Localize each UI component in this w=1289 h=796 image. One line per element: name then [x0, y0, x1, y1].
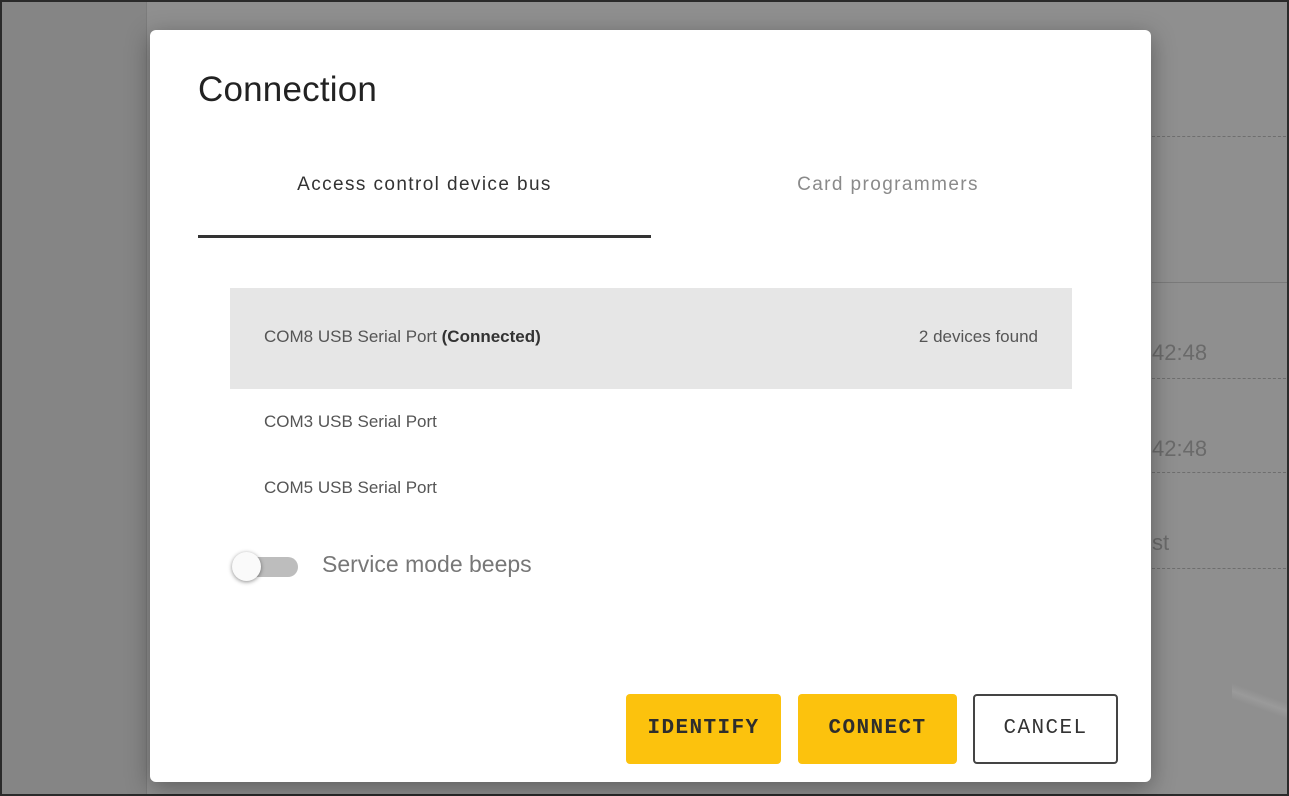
port-name: COM8 USB Serial Port [264, 327, 437, 346]
port-name: COM5 USB Serial Port [264, 478, 437, 497]
dialog-title: Connection [198, 70, 378, 109]
cancel-button[interactable]: CANCEL [973, 694, 1118, 764]
port-row-com5[interactable]: COM5 USB Serial Port [230, 455, 1072, 521]
port-row-com8[interactable]: COM8 USB Serial Port (Connected) 2 devic… [230, 288, 1072, 389]
tab-access-control-device-bus[interactable]: Access control device bus [198, 164, 651, 238]
background-time-text: 42:48 [1152, 340, 1208, 365]
connect-button[interactable]: CONNECT [798, 694, 957, 764]
port-list: COM8 USB Serial Port (Connected) 2 devic… [230, 288, 1072, 521]
background-sidebar [2, 2, 147, 794]
service-mode-toggle-row: Service mode beeps [230, 544, 630, 584]
port-status: (Connected) [441, 327, 541, 346]
background-divider [1152, 136, 1287, 137]
toggle-thumb[interactable] [232, 552, 261, 581]
background-decoration [1232, 672, 1287, 732]
identify-button[interactable]: IDENTIFY [626, 694, 781, 764]
devices-found-count: 2 devices found [918, 327, 1038, 346]
background-divider [1152, 568, 1287, 569]
service-mode-beeps-label: Service mode beeps [322, 551, 532, 577]
service-mode-beeps-toggle[interactable] [232, 552, 298, 581]
background-time-text: 42:48 [1152, 436, 1208, 461]
background-divider [1152, 472, 1287, 473]
port-row-com3[interactable]: COM3 USB Serial Port [230, 389, 1072, 455]
background-fragment-text: st [1152, 530, 1170, 555]
connection-dialog: Connection Access control device bus Car… [150, 30, 1151, 782]
background-divider [1152, 378, 1287, 379]
background-divider [1152, 282, 1287, 283]
tab-card-programmers[interactable]: Card programmers [678, 164, 1098, 238]
port-name: COM3 USB Serial Port [264, 412, 437, 431]
